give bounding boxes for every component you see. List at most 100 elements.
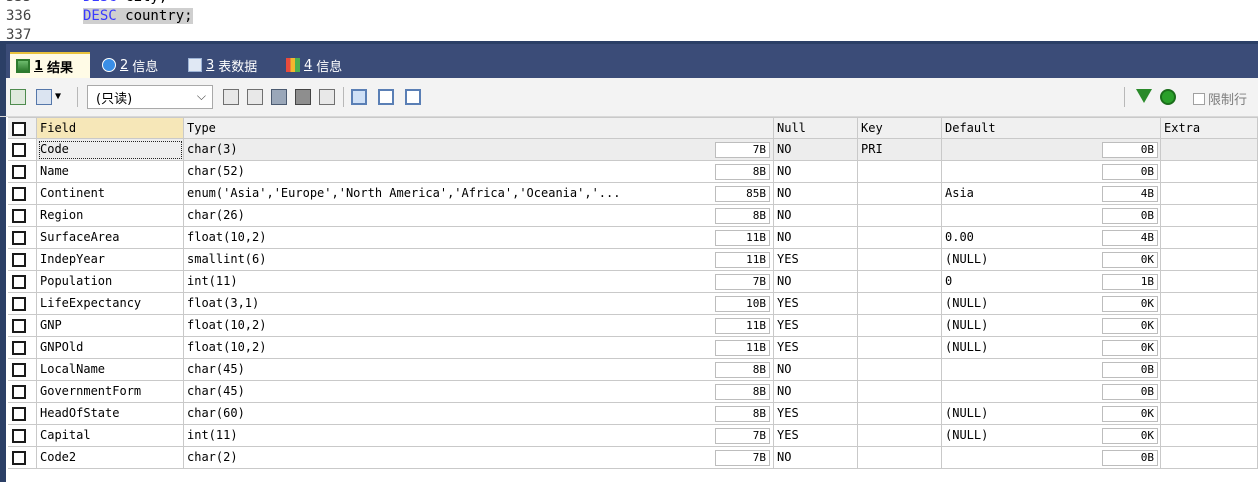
cell-extra[interactable]	[1161, 161, 1258, 183]
cell-field[interactable]: Population	[37, 271, 184, 293]
save-icon[interactable]	[271, 89, 287, 105]
row-select-cell[interactable]	[8, 315, 37, 337]
cell-key[interactable]: PRI	[858, 139, 942, 161]
table-row[interactable]: IndepYear smallint(6) 11B YES (NULL) 0K	[8, 249, 1258, 271]
table-row[interactable]: SurfaceArea float(10,2) 11B NO 0.00 4B	[8, 227, 1258, 249]
cell-type[interactable]: int(11) 7B	[184, 425, 774, 447]
readonly-select[interactable]: (只读) ⌵	[87, 85, 213, 109]
cell-null[interactable]: YES	[774, 315, 858, 337]
cell-null[interactable]: NO	[774, 161, 858, 183]
copy-rows-icon[interactable]	[223, 89, 239, 105]
add-row-icon[interactable]	[10, 89, 26, 105]
cell-key[interactable]	[858, 359, 942, 381]
cell-extra[interactable]	[1161, 139, 1258, 161]
cell-null[interactable]: YES	[774, 403, 858, 425]
cell-default[interactable]: Asia 4B	[942, 183, 1161, 205]
cell-type[interactable]: char(2) 7B	[184, 447, 774, 469]
row-select-cell[interactable]	[8, 161, 37, 183]
table-row[interactable]: Name char(52) 8B NO 0B	[8, 161, 1258, 183]
cell-default[interactable]: (NULL) 0K	[942, 403, 1161, 425]
table-row[interactable]: GNP float(10,2) 11B YES (NULL) 0K	[8, 315, 1258, 337]
cell-field[interactable]: SurfaceArea	[37, 227, 184, 249]
row-checkbox[interactable]	[12, 429, 26, 443]
table-row[interactable]: Continent enum('Asia','Europe','North Ame…	[8, 183, 1258, 205]
table-row[interactable]: Code2 char(2) 7B NO 0B	[8, 447, 1258, 469]
cell-type[interactable]: char(26) 8B	[184, 205, 774, 227]
row-select-cell[interactable]	[8, 249, 37, 271]
cell-field[interactable]: Code2	[37, 447, 184, 469]
cell-key[interactable]	[858, 337, 942, 359]
cell-null[interactable]: NO	[774, 227, 858, 249]
column-header-key[interactable]: Key	[858, 117, 942, 139]
tab-info[interactable]: 4 信息	[280, 52, 364, 78]
cell-type[interactable]: char(45) 8B	[184, 381, 774, 403]
row-checkbox[interactable]	[12, 297, 26, 311]
cell-extra[interactable]	[1161, 205, 1258, 227]
cell-extra[interactable]	[1161, 293, 1258, 315]
cell-default[interactable]: (NULL) 0K	[942, 293, 1161, 315]
cell-default[interactable]: 0B	[942, 447, 1161, 469]
table-row[interactable]: LifeExpectancy float(3,1) 10B YES (NULL) 0K	[8, 293, 1258, 315]
cell-field[interactable]: GovernmentForm	[37, 381, 184, 403]
cell-key[interactable]	[858, 425, 942, 447]
cell-type[interactable]: smallint(6) 11B	[184, 249, 774, 271]
select-all-cell[interactable]	[8, 117, 37, 139]
cell-null[interactable]: NO	[774, 205, 858, 227]
cell-field[interactable]: IndepYear	[37, 249, 184, 271]
cell-null[interactable]: YES	[774, 293, 858, 315]
cell-field[interactable]: GNP	[37, 315, 184, 337]
table-row[interactable]: GNPOld float(10,2) 11B YES (NULL) 0K	[8, 337, 1258, 359]
limit-rows-checkbox[interactable]	[1193, 92, 1205, 105]
cell-null[interactable]: NO	[774, 139, 858, 161]
column-header-default[interactable]: Default	[942, 117, 1161, 139]
cell-type[interactable]: char(3) 7B	[184, 139, 774, 161]
cell-default[interactable]: 0.00 4B	[942, 227, 1161, 249]
cell-type[interactable]: float(3,1) 10B	[184, 293, 774, 315]
cell-extra[interactable]	[1161, 183, 1258, 205]
row-checkbox[interactable]	[12, 385, 26, 399]
cell-default[interactable]: 0B	[942, 205, 1161, 227]
cell-null[interactable]: NO	[774, 183, 858, 205]
column-header-extra[interactable]: Extra	[1161, 117, 1258, 139]
cell-extra[interactable]	[1161, 249, 1258, 271]
cell-default[interactable]: (NULL) 0K	[942, 249, 1161, 271]
cell-field[interactable]: Name	[37, 161, 184, 183]
row-checkbox[interactable]	[12, 407, 26, 421]
row-checkbox[interactable]	[12, 319, 26, 333]
delete-icon[interactable]	[295, 89, 311, 105]
cell-key[interactable]	[858, 161, 942, 183]
cell-default[interactable]: 0B	[942, 139, 1161, 161]
column-header-field[interactable]: Field	[37, 117, 184, 139]
row-checkbox[interactable]	[12, 363, 26, 377]
cell-null[interactable]: NO	[774, 447, 858, 469]
row-checkbox[interactable]	[12, 143, 26, 157]
row-checkbox[interactable]	[12, 275, 26, 289]
tab-table-data[interactable]: 3 表数据	[182, 52, 274, 78]
cell-extra[interactable]	[1161, 425, 1258, 447]
cell-key[interactable]	[858, 447, 942, 469]
tab-messages[interactable]: 2 信息	[96, 52, 176, 78]
cancel-changes-icon[interactable]	[319, 89, 335, 105]
table-row[interactable]: Code char(3) 7B NO PRI 0B	[8, 139, 1258, 161]
row-select-cell[interactable]	[8, 425, 37, 447]
text-view-icon[interactable]	[405, 89, 421, 105]
cell-field[interactable]: Capital	[37, 425, 184, 447]
cell-null[interactable]: YES	[774, 249, 858, 271]
cell-key[interactable]	[858, 381, 942, 403]
cell-default[interactable]: 0B	[942, 359, 1161, 381]
cell-field[interactable]: GNPOld	[37, 337, 184, 359]
row-checkbox[interactable]	[12, 209, 26, 223]
cell-type[interactable]: float(10,2) 11B	[184, 227, 774, 249]
row-select-cell[interactable]	[8, 359, 37, 381]
row-select-cell[interactable]	[8, 139, 37, 161]
cell-field[interactable]: LifeExpectancy	[37, 293, 184, 315]
limit-rows-toggle[interactable]: 限制行	[1193, 89, 1247, 108]
filter-icon[interactable]	[1136, 89, 1152, 103]
refresh-icon[interactable]	[1160, 89, 1176, 105]
cell-null[interactable]: NO	[774, 271, 858, 293]
cell-extra[interactable]	[1161, 381, 1258, 403]
table-row[interactable]: GovernmentForm char(45) 8B NO 0B	[8, 381, 1258, 403]
row-checkbox[interactable]	[12, 231, 26, 245]
row-select-cell[interactable]	[8, 381, 37, 403]
row-select-cell[interactable]	[8, 337, 37, 359]
